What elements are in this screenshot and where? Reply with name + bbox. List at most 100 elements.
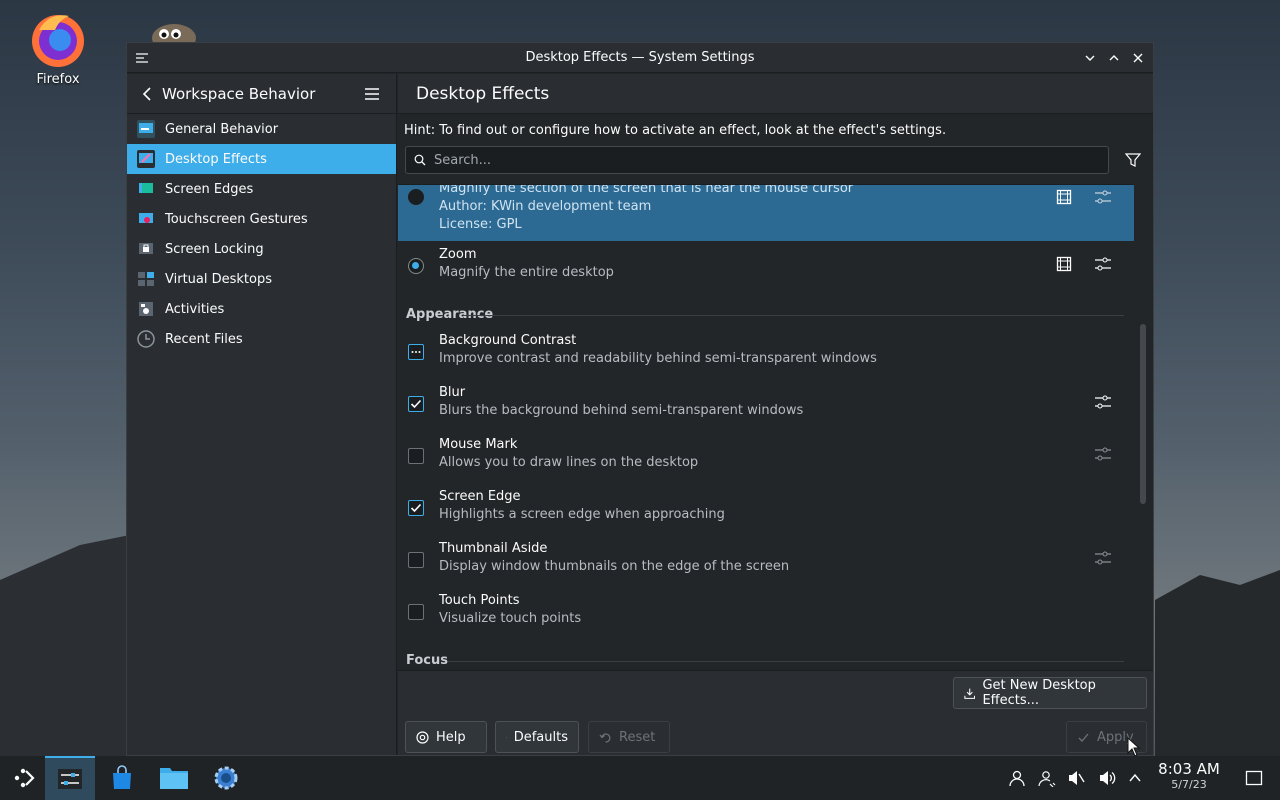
defaults-button[interactable]: Defaults (495, 721, 579, 753)
hamburger-menu-icon[interactable] (358, 80, 386, 108)
effect-row-magnifier[interactable]: Magnify the section of the screen that i… (398, 185, 1134, 241)
taskbar-settings-app[interactable] (201, 756, 251, 800)
activities-icon (137, 300, 155, 318)
effect-row-screen-edge[interactable]: Screen Edge Highlights a screen edge whe… (398, 484, 1134, 536)
effect-checkbox[interactable] (408, 604, 424, 620)
configure-icon[interactable] (1094, 446, 1114, 466)
check-icon (1078, 733, 1089, 742)
configure-icon[interactable] (1094, 256, 1114, 276)
sidebar-item-desktop-effects[interactable]: Desktop Effects (127, 144, 396, 174)
search-box (405, 146, 1109, 174)
user-icon[interactable] (1007, 768, 1027, 788)
system-settings-icon (58, 769, 82, 789)
gimp-icon[interactable] (150, 14, 196, 52)
effect-name: Touch Points (439, 593, 520, 608)
effect-description: Display window thumbnails on the edge of… (439, 559, 790, 574)
configure-icon[interactable] (1094, 394, 1114, 414)
window-menu-icon[interactable] (133, 49, 151, 67)
effect-row-touch-points[interactable]: Touch Points Visualize touch points (398, 588, 1134, 640)
section-focus: Focus (406, 653, 448, 668)
effect-checkbox[interactable] (408, 396, 424, 412)
sidebar-item-activities[interactable]: Activities (127, 294, 396, 324)
effect-checkbox[interactable] (408, 344, 424, 360)
taskbar-file-manager[interactable] (149, 756, 199, 800)
sidebar-item-screen-edges[interactable]: Screen Edges (127, 174, 396, 204)
effects-list: Magnify the section of the screen that i… (398, 184, 1134, 669)
application-launcher[interactable] (0, 756, 50, 800)
sidebar-item-touchscreen-gestures[interactable]: Touchscreen Gestures (127, 204, 396, 234)
reset-button[interactable]: Reset (588, 721, 670, 753)
sidebar-item-label: Virtual Desktops (165, 271, 272, 287)
effect-row-mouse-mark[interactable]: Mouse Mark Allows you to draw lines on t… (398, 432, 1134, 484)
system-settings-window: Desktop Effects — System Settings Worksp… (126, 42, 1154, 756)
configure-icon[interactable] (1094, 550, 1114, 570)
sidebar: Workspace Behavior General Behavior Desk… (127, 74, 397, 755)
clock-icon (137, 330, 155, 348)
video-icon[interactable] (1056, 256, 1076, 276)
sidebar-title: Workspace Behavior (162, 84, 316, 103)
effect-name: Mouse Mark (439, 437, 518, 452)
folder-icon (160, 768, 188, 789)
clock-date: 5/7/23 (1171, 778, 1207, 791)
defaults-label: Defaults (513, 729, 568, 745)
volume-icon[interactable] (1097, 768, 1117, 788)
back-arrow-icon[interactable] (137, 84, 157, 104)
gear-icon (214, 766, 238, 790)
get-new-effects-button[interactable]: Get New Desktop Effects... (953, 677, 1147, 709)
effect-row-background-contrast[interactable]: Background Contrast Improve contrast and… (398, 328, 1134, 380)
sidebar-item-label: Screen Locking (165, 241, 264, 257)
close-icon[interactable] (1127, 47, 1149, 69)
section-divider (448, 661, 1124, 662)
user-switch-icon[interactable] (1037, 768, 1057, 788)
effect-description: Magnify the entire desktop (439, 265, 614, 280)
sidebar-item-virtual-desktops[interactable]: Virtual Desktops (127, 264, 396, 294)
page-title: Desktop Effects (416, 83, 550, 104)
minimize-icon[interactable] (1079, 47, 1101, 69)
footer: Get New Desktop Effects... Help Defaults… (398, 670, 1153, 755)
effect-description: Visualize touch points (439, 611, 582, 626)
taskbar-discover[interactable] (97, 756, 147, 800)
effect-row-blur[interactable]: Blur Blurs the background behind semi-tr… (398, 380, 1134, 432)
show-desktop-icon[interactable] (1244, 768, 1264, 788)
help-icon (416, 730, 429, 744)
help-button[interactable]: Help (405, 721, 487, 753)
configure-icon[interactable] (1094, 189, 1114, 209)
muted-speaker-icon[interactable] (1066, 768, 1086, 788)
store-bag-icon (113, 765, 131, 789)
sidebar-item-recent-files[interactable]: Recent Files (127, 324, 396, 354)
scrollbar[interactable] (1140, 324, 1146, 504)
sidebar-item-screen-locking[interactable]: Screen Locking (127, 234, 396, 264)
effect-radio[interactable] (408, 189, 424, 205)
video-icon[interactable] (1056, 189, 1076, 209)
effect-row-thumbnail-aside[interactable]: Thumbnail Aside Display window thumbnail… (398, 536, 1134, 588)
undo-icon (599, 732, 611, 743)
clock-time: 8:03 AM (1158, 760, 1220, 778)
sidebar-item-label: Recent Files (165, 331, 243, 347)
taskbar-system-settings[interactable] (45, 756, 95, 800)
effect-checkbox[interactable] (408, 552, 424, 568)
maximize-icon[interactable] (1103, 47, 1125, 69)
window-titlebar[interactable]: Desktop Effects — System Settings (127, 43, 1153, 73)
window-title: Desktop Effects — System Settings (525, 50, 755, 65)
sidebar-item-label: Activities (165, 301, 225, 317)
search-icon (414, 154, 426, 166)
desktop-icon-firefox[interactable]: Firefox (18, 10, 98, 87)
sidebar-header: Workspace Behavior (127, 74, 396, 114)
chevron-up-icon[interactable] (1125, 768, 1145, 788)
effect-name: Background Contrast (439, 333, 577, 348)
sidebar-item-general-behavior[interactable]: General Behavior (127, 114, 396, 144)
hint-text: Hint: To find out or configure how to ac… (404, 123, 947, 138)
effect-checkbox[interactable] (408, 500, 424, 516)
search-row (405, 146, 1153, 174)
help-label: Help (436, 729, 466, 745)
effect-checkbox[interactable] (408, 448, 424, 464)
clock[interactable]: 8:03 AM 5/7/23 (1150, 760, 1228, 791)
lock-icon (137, 240, 155, 258)
effect-row-zoom[interactable]: Zoom Magnify the entire desktop (398, 242, 1134, 294)
document-icon (506, 736, 507, 738)
search-input[interactable] (434, 152, 1074, 168)
filter-icon[interactable] (1123, 150, 1143, 170)
desktop-effects-icon (137, 150, 155, 168)
reset-label: Reset (619, 729, 656, 745)
effect-radio[interactable] (408, 258, 424, 274)
